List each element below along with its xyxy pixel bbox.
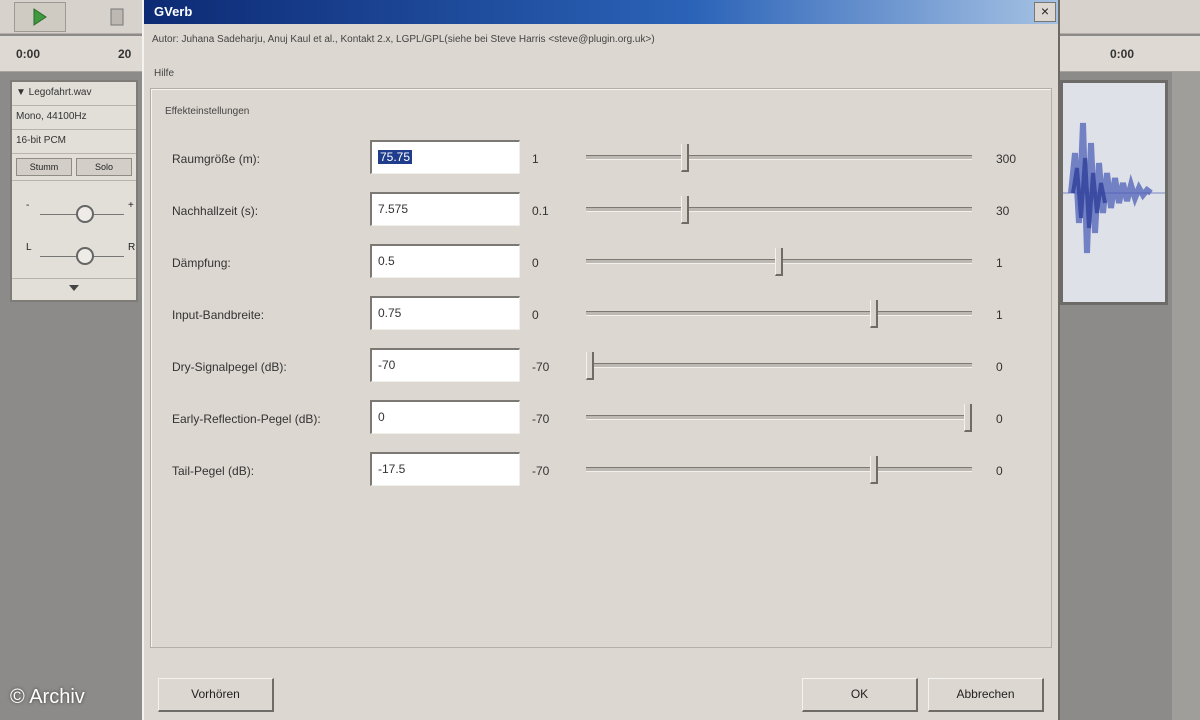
param-slider-thumb[interactable] — [869, 300, 878, 328]
param-value-input[interactable]: 0.75 — [370, 296, 520, 330]
param-max: 1 — [996, 308, 1003, 322]
close-button[interactable]: × — [1034, 2, 1056, 22]
gain-slider-knob[interactable] — [76, 205, 94, 223]
param-max: 0 — [996, 412, 1003, 426]
param-value: 0 — [378, 410, 385, 424]
param-value-input[interactable]: -17.5 — [370, 452, 520, 486]
param-slider-thumb[interactable] — [964, 404, 972, 432]
waveform-view[interactable] — [1060, 80, 1168, 305]
param-value-input[interactable]: -70 — [370, 348, 520, 382]
ok-button[interactable]: OK — [802, 678, 918, 712]
param-value: 0.5 — [378, 254, 395, 268]
vertical-scrollbar[interactable] — [1172, 72, 1200, 720]
param-min: -70 — [532, 360, 550, 374]
param-value: 75.75 — [378, 150, 413, 164]
mute-button[interactable]: Stumm — [16, 158, 72, 176]
param-min: 0.1 — [532, 204, 549, 218]
param-slider-thumb[interactable] — [869, 456, 878, 484]
pan-left-label: L — [26, 242, 32, 253]
param-row-damping: Dämpfung: 0.5 0 1 — [144, 244, 1058, 284]
param-row-tail-level: Tail-Pegel (dB): -17.5 -70 0 — [144, 452, 1058, 492]
param-value-input[interactable]: 75.75 — [370, 140, 520, 174]
param-max: 30 — [996, 204, 1010, 218]
param-max: 0 — [996, 464, 1003, 478]
solo-button[interactable]: Solo — [76, 158, 132, 176]
param-label: Input-Bandbreite: — [172, 308, 265, 322]
param-label: Tail-Pegel (dB): — [172, 464, 255, 478]
param-value-input[interactable]: 0.5 — [370, 244, 520, 278]
param-row-dry-level: Dry-Signalpegel (dB): -70 -70 0 — [144, 348, 1058, 388]
param-slider-thumb[interactable] — [680, 196, 689, 224]
param-slider-thumb[interactable] — [586, 352, 594, 380]
collapse-arrow-icon[interactable] — [68, 284, 80, 292]
param-value: -70 — [378, 358, 396, 372]
pan-right-label: R — [128, 242, 136, 253]
timeline-ruler-right[interactable]: 0:00 — [1058, 36, 1200, 72]
param-label: Nachhallzeit (s): — [172, 204, 259, 218]
param-max: 1 — [996, 256, 1003, 270]
param-value: 7.575 — [378, 202, 409, 216]
param-label: Dry-Signalpegel (dB): — [172, 360, 287, 374]
param-value-input[interactable]: 7.575 — [370, 192, 520, 226]
waveform-graphic — [1063, 122, 1165, 254]
param-value-input[interactable]: 0 — [370, 400, 520, 434]
gain-minus-label: - — [26, 200, 30, 211]
param-label: Dämpfung: — [172, 256, 231, 270]
param-label: Raumgröße (m): — [172, 152, 261, 166]
track-format: 16-bit PCM — [12, 130, 136, 154]
param-min: -70 — [532, 412, 550, 426]
param-row-early-reflection: Early-Reflection-Pegel (dB): 0 -70 0 — [144, 400, 1058, 440]
track-control-panel: ▼ Legofahrt.wav Mono, 44100Hz 16-bit PCM… — [10, 80, 138, 302]
ruler-tick: 0:00 — [1110, 47, 1135, 61]
timeline-ruler-left[interactable]: 0:00 20 — [0, 36, 145, 72]
gain-plus-label: + — [128, 200, 134, 211]
param-slider-track[interactable] — [586, 311, 972, 316]
help-label: Hilfe — [154, 68, 175, 79]
param-slider-track[interactable] — [586, 363, 972, 368]
divider — [12, 278, 136, 279]
copyright-watermark: © Archiv — [10, 686, 85, 708]
pan-slider-knob[interactable] — [76, 247, 94, 265]
track-name-menu[interactable]: ▼ Legofahrt.wav — [12, 82, 136, 106]
param-max: 0 — [996, 360, 1003, 374]
play-icon — [33, 8, 47, 26]
param-value: -17.5 — [378, 462, 406, 476]
param-min: -70 — [532, 464, 550, 478]
param-row-input-bandwidth: Input-Bandbreite: 0.75 0 1 — [144, 296, 1058, 336]
param-slider-track[interactable] — [586, 155, 972, 160]
param-row-reverb-time: Nachhallzeit (s): 7.575 0.1 30 — [144, 192, 1058, 232]
param-slider-track[interactable] — [586, 207, 972, 212]
param-slider-track[interactable] — [586, 467, 972, 472]
ruler-tick: 0:00 — [16, 47, 41, 61]
param-slider-track[interactable] — [586, 415, 972, 420]
param-value: 0.75 — [378, 306, 402, 320]
dialog-title: GVerb — [154, 4, 193, 19]
record-meter-icon[interactable] — [100, 4, 134, 30]
param-row-room-size: Raumgröße (m): 75.75 1 300 — [144, 140, 1058, 180]
ruler-tick: 20 — [118, 47, 132, 61]
dialog-title-bar[interactable]: GVerb — [144, 0, 1058, 24]
param-slider-thumb[interactable] — [775, 248, 783, 276]
param-label: Early-Reflection-Pegel (dB): — [172, 412, 321, 426]
cancel-button[interactable]: Abbrechen — [928, 678, 1044, 712]
param-max: 300 — [996, 152, 1017, 166]
play-button[interactable] — [14, 2, 66, 32]
meter-icon — [110, 8, 124, 26]
param-min: 0 — [532, 256, 539, 270]
param-min: 1 — [532, 152, 539, 166]
group-title: Effekteinstellungen — [162, 106, 253, 117]
author-info: Autor: Juhana Sadeharju, Anuj Kaul et al… — [152, 34, 655, 45]
preview-button[interactable]: Vorhören — [158, 678, 274, 712]
track-info: Mono, 44100Hz — [12, 106, 136, 130]
param-slider-thumb[interactable] — [680, 144, 689, 172]
close-icon: × — [1040, 3, 1050, 19]
param-min: 0 — [532, 308, 539, 322]
gverb-dialog: GVerb × Autor: Juhana Sadeharju, Anuj Ka… — [142, 0, 1060, 720]
